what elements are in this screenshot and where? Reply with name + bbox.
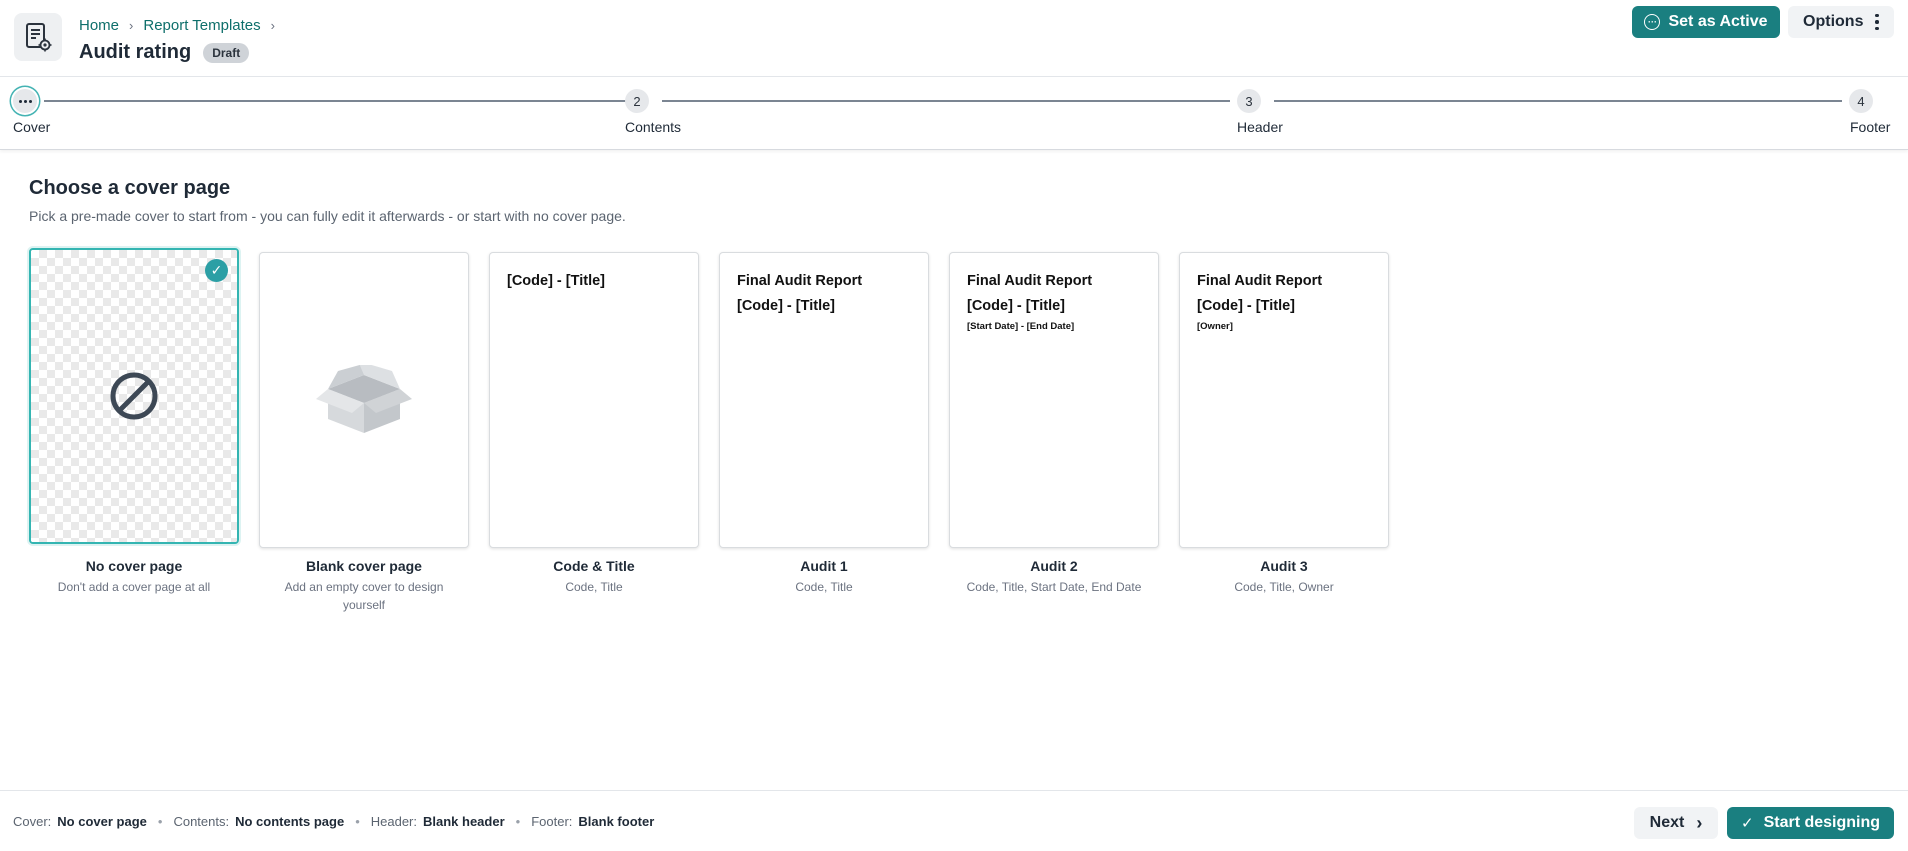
preview-line: Final Audit Report <box>967 273 1093 289</box>
cover-option-description: Don't add a cover page at all <box>57 580 211 594</box>
bullet-separator: • <box>515 814 521 829</box>
no-symbol-icon <box>110 372 158 420</box>
status-badge: Draft <box>203 42 250 63</box>
bullet-separator: • <box>355 814 360 829</box>
summary-key: Contents: <box>173 814 230 829</box>
chevron-right-icon: › <box>1696 812 1703 833</box>
step-footer-label[interactable]: Footer <box>1850 119 1890 135</box>
step-contents-indicator[interactable]: 2 <box>625 89 649 113</box>
options-button[interactable]: Options <box>1788 6 1894 38</box>
wizard-stepper: 2 3 4 Cover Contents Header Footer <box>0 77 1908 150</box>
report-template-icon <box>14 13 62 61</box>
preview-line: Final Audit Report <box>737 273 863 289</box>
cover-option-description: Code, Title, Start Date, End Date <box>966 580 1142 594</box>
set-as-active-label: Set as Active <box>1668 13 1768 30</box>
preview-small-line: [Start Date] - [End Date] <box>967 321 1075 332</box>
open-box-icon <box>316 365 412 433</box>
step-connector <box>1274 100 1842 102</box>
breadcrumb: Home › Report Templates › <box>79 17 285 34</box>
summary-value: No contents page <box>235 814 345 829</box>
step-cover-indicator[interactable] <box>13 89 37 113</box>
preview-line: [Code] - [Title] <box>967 298 1065 314</box>
summary-value: Blank footer <box>578 814 655 829</box>
summary-key: Cover: <box>13 814 52 829</box>
page-header: Home › Report Templates › Audit rating D… <box>0 0 1908 77</box>
breadcrumb-report-templates[interactable]: Report Templates <box>143 17 260 34</box>
cover-option-description: Code, Title <box>565 580 623 594</box>
next-button[interactable]: Next › <box>1634 807 1718 839</box>
step-connector <box>662 100 1230 102</box>
preview-line: Final Audit Report <box>1197 273 1323 289</box>
step-connector <box>44 100 628 102</box>
page-title: Audit rating <box>79 41 192 63</box>
step-footer-indicator[interactable]: 4 <box>1849 89 1873 113</box>
start-designing-label: Start designing <box>1763 814 1881 831</box>
cover-option-name: Audit 1 <box>800 558 848 574</box>
options-label: Options <box>1803 13 1864 30</box>
checkmark-icon: ✓ <box>1740 815 1754 832</box>
cover-option-description: Code, Title <box>795 580 853 594</box>
cover-option-audit-3[interactable]: Final Audit Report [Code] - [Title] [Own… <box>1179 252 1389 548</box>
kebab-menu-icon <box>1875 13 1879 31</box>
selection-summary: Cover: No cover page • Contents: No cont… <box>13 814 654 829</box>
start-designing-button[interactable]: ✓ Start designing <box>1727 807 1894 839</box>
cover-option-no-cover[interactable]: ✓ <box>29 248 239 544</box>
summary-value: No cover page <box>57 814 147 829</box>
step-header-label[interactable]: Header <box>1237 119 1283 135</box>
cover-option-name: No cover page <box>85 558 183 574</box>
chevron-right-icon: › <box>270 18 275 33</box>
title-row: Audit rating Draft <box>79 41 250 64</box>
cover-option-audit-2[interactable]: Final Audit Report [Code] - [Title] [Sta… <box>949 252 1159 548</box>
summary-value: Blank header <box>423 814 505 829</box>
cover-option-name: Audit 2 <box>1030 558 1078 574</box>
cover-option-name: Blank cover page <box>306 558 422 574</box>
set-as-active-button[interactable]: ··· Set as Active <box>1632 6 1780 38</box>
step-contents-label[interactable]: Contents <box>625 119 681 135</box>
preview-line: [Code] - [Title] <box>737 298 835 314</box>
step-header-indicator[interactable]: 3 <box>1237 89 1261 113</box>
cover-option-name: Audit 3 <box>1260 558 1308 574</box>
cover-option-description: Code, Title, Owner <box>1234 580 1334 594</box>
bullet-separator: • <box>157 814 163 829</box>
preview-line: [Code] - [Title] <box>1197 298 1295 314</box>
section-title: Choose a cover page <box>29 177 231 199</box>
ellipsis-icon <box>18 99 32 103</box>
page-footer: Cover: No cover page • Contents: No cont… <box>0 790 1908 851</box>
next-label: Next <box>1649 814 1685 831</box>
more-circle-icon: ··· <box>1644 14 1661 30</box>
cover-option-code-title[interactable]: [Code] - [Title] <box>489 252 699 548</box>
summary-key: Header: <box>370 814 417 829</box>
section-subtitle: Pick a pre-made cover to start from - yo… <box>29 208 626 224</box>
step-cover-label[interactable]: Cover <box>13 119 50 135</box>
breadcrumb-home[interactable]: Home <box>79 17 119 34</box>
cover-option-description: Add an empty cover to design yourself <box>284 580 444 612</box>
preview-line: [Code] - [Title] <box>507 273 605 289</box>
chevron-right-icon: › <box>129 18 134 33</box>
preview-small-line: [Owner] <box>1197 321 1233 332</box>
cover-option-audit-1[interactable]: Final Audit Report [Code] - [Title] <box>719 252 929 548</box>
summary-key: Footer: <box>531 814 573 829</box>
cover-option-blank[interactable] <box>259 252 469 548</box>
cover-option-name: Code & Title <box>553 558 635 574</box>
